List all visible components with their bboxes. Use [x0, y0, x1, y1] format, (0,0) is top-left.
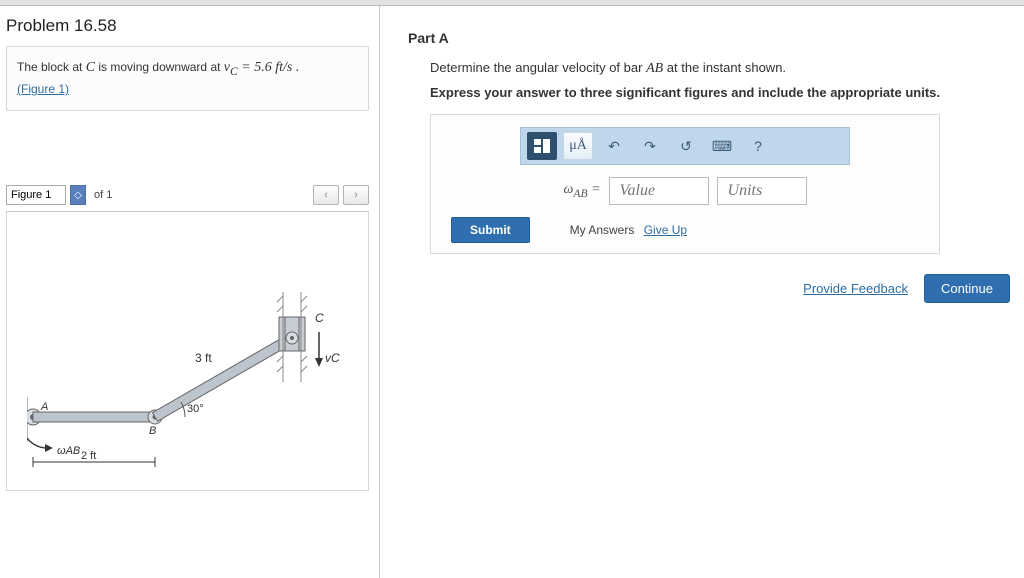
label-bc-len: 3 ft — [195, 351, 212, 365]
redo-icon[interactable]: ↷ — [635, 132, 665, 160]
omega-label: ωAB = — [563, 182, 600, 200]
stmt-mid: is moving downward at — [98, 60, 223, 74]
units-tool[interactable]: μÅ — [563, 132, 593, 160]
q-suffix: at the instant shown. — [667, 60, 786, 75]
units-input[interactable] — [717, 177, 807, 205]
part-a-question: Determine the angular velocity of bar AB… — [430, 60, 1010, 77]
figure-link[interactable]: (Figure 1) — [17, 82, 69, 96]
continue-button[interactable]: Continue — [924, 274, 1010, 303]
label-ab-len: 2 ft — [81, 450, 96, 462]
omega-sym: ω — [563, 182, 573, 197]
figure-next-button[interactable]: › — [343, 185, 369, 205]
vc-sub: C — [230, 65, 238, 78]
label-angle: 30° — [187, 403, 204, 415]
submit-button[interactable]: Submit — [451, 217, 530, 243]
figure-of: of 1 — [94, 189, 112, 201]
label-c: C — [315, 311, 324, 325]
figure-stepper[interactable]: ◇ — [70, 185, 86, 205]
my-answers-label: My Answers — [570, 223, 635, 237]
value-input[interactable] — [609, 177, 709, 205]
vc-eq: = 5.6 ft/s . — [238, 60, 300, 75]
q-prefix: Determine the angular velocity of bar — [430, 60, 646, 75]
undo-icon[interactable]: ↶ — [599, 132, 629, 160]
right-column: Part A Determine the angular velocity of… — [380, 6, 1024, 578]
label-vc: vC — [325, 351, 340, 365]
q-bar: AB — [646, 61, 663, 76]
help-icon[interactable]: ? — [743, 132, 773, 160]
label-a: A — [40, 401, 48, 413]
problem-title: Problem 16.58 — [6, 16, 369, 36]
left-column: Problem 16.58 The block at C is moving d… — [0, 6, 380, 578]
template-tool-icon[interactable] — [527, 132, 557, 160]
answers-links: My Answers Give Up — [570, 223, 687, 237]
answer-toolbar: μÅ ↶ ↷ ↺ ⌨ ? — [520, 127, 850, 165]
provide-feedback-link[interactable]: Provide Feedback — [803, 281, 908, 296]
omega-eq: = — [588, 182, 601, 197]
footer-row: Provide Feedback Continue — [430, 274, 1010, 303]
omega-sub: AB — [573, 187, 587, 200]
block-var: C — [86, 60, 95, 75]
stmt-prefix: The block at — [17, 60, 86, 74]
keyboard-icon[interactable]: ⌨ — [707, 132, 737, 160]
label-b: B — [149, 425, 156, 437]
reset-icon[interactable]: ↺ — [671, 132, 701, 160]
problem-statement-panel: The block at C is moving downward at vC … — [6, 46, 369, 111]
figure-prev-button[interactable]: ‹ — [313, 185, 339, 205]
vc-expr: vC = 5.6 ft/s . — [224, 60, 300, 75]
figure-input[interactable] — [6, 185, 66, 205]
answer-input-row: ωAB = — [443, 177, 927, 205]
submit-row: Submit My Answers Give Up — [451, 217, 927, 243]
figure-box: A B — [6, 211, 369, 491]
part-a-instruction: Express your answer to three significant… — [430, 85, 1010, 100]
mechanism-diagram: A B — [27, 262, 347, 472]
figure-select: ◇ of 1 — [6, 185, 112, 205]
label-omega: ωAB — [57, 445, 80, 457]
figure-nav: ◇ of 1 ‹ › — [6, 181, 369, 211]
part-a-title: Part A — [408, 30, 1010, 46]
answer-frame: μÅ ↶ ↷ ↺ ⌨ ? ωAB = Submit My Answers Giv… — [430, 114, 940, 254]
give-up-link[interactable]: Give Up — [644, 223, 687, 237]
